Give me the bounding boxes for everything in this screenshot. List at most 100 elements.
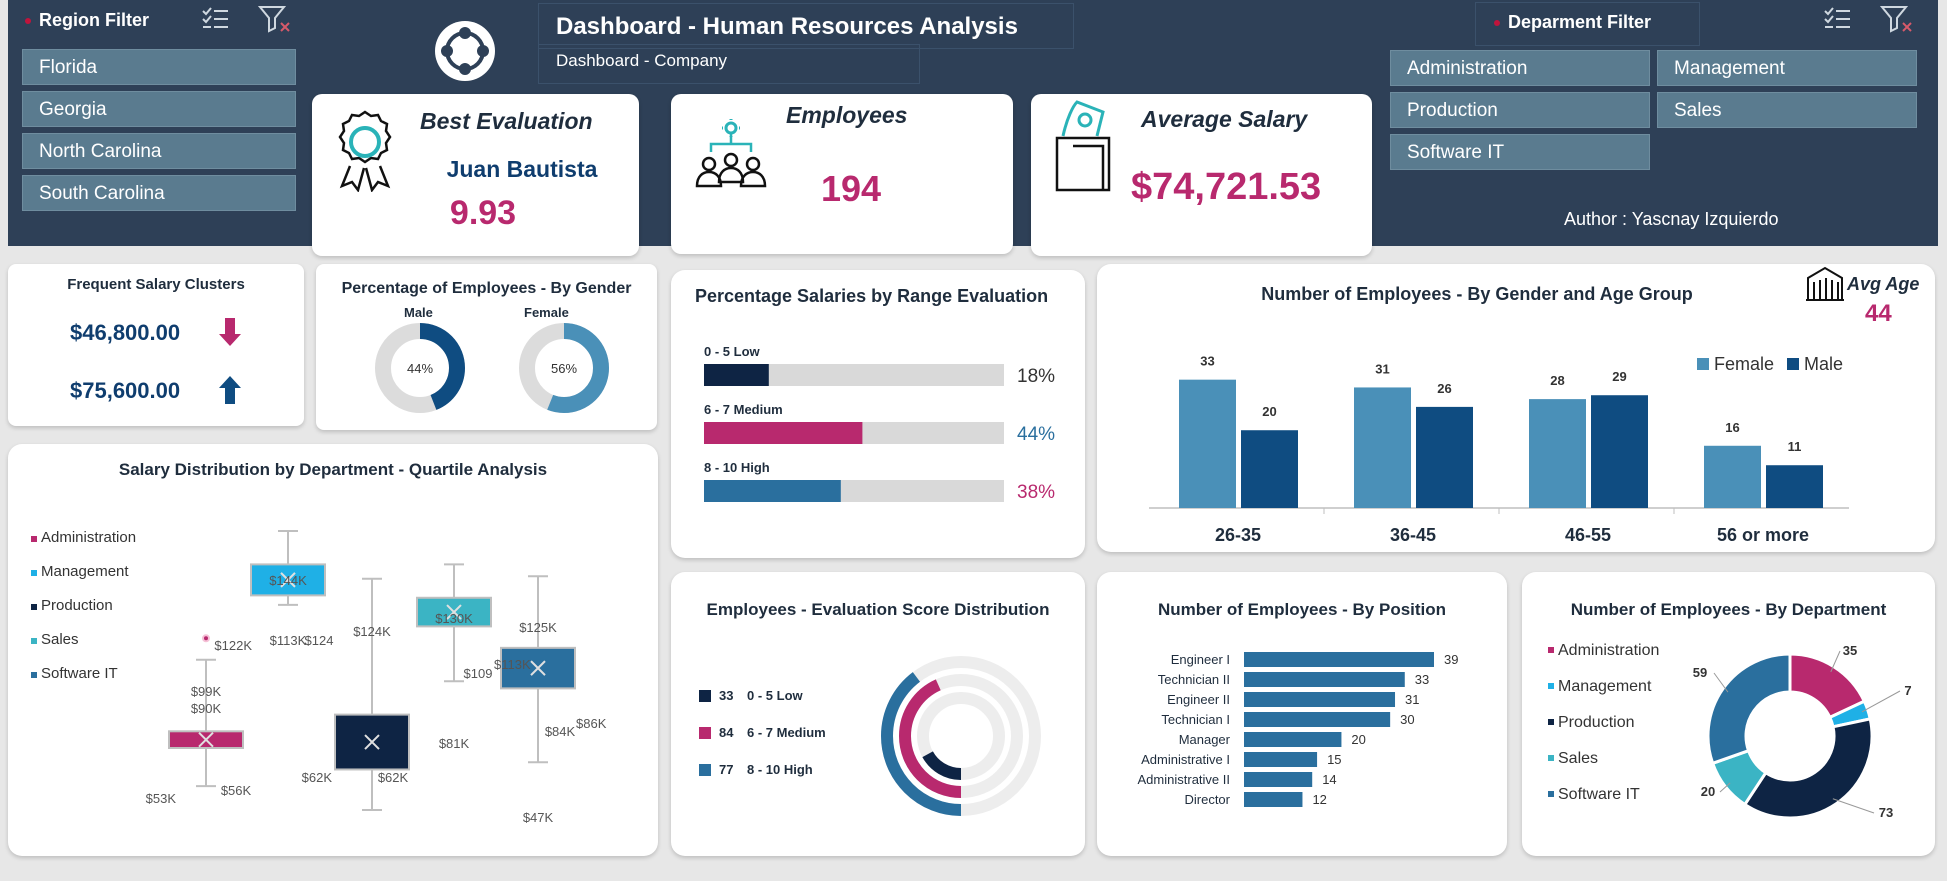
age-bar-value: 20	[1262, 404, 1276, 419]
age-category-label: 26-35	[1215, 525, 1261, 545]
range-evaluation-card: Percentage Salaries by Range Evaluation …	[671, 270, 1085, 558]
box-value-label: $109	[464, 666, 493, 681]
arrow-up-icon	[219, 376, 241, 404]
salary-cluster-low: $46,800.00	[70, 320, 181, 345]
age-bar-value: 26	[1437, 381, 1451, 396]
department-value: 73	[1879, 805, 1893, 820]
age-bar-value: 11	[1788, 439, 1802, 454]
age-bar-male	[1241, 430, 1298, 508]
legend-swatch	[31, 638, 37, 644]
box-value-label: $81K	[439, 736, 470, 751]
age-bar-value: 31	[1375, 361, 1389, 376]
average-salary-card: Average Salary $74,721.53	[1031, 94, 1372, 256]
box-management	[250, 530, 326, 606]
multi-select-icon[interactable]	[1822, 6, 1854, 34]
age-category-label: 56 or more	[1717, 525, 1809, 545]
position-label: Administrative II	[1138, 772, 1230, 787]
employees-count: 194	[820, 168, 882, 209]
department-option[interactable]: Sales	[1657, 92, 1917, 128]
position-label: Director	[1184, 792, 1230, 807]
position-value: 12	[1312, 792, 1326, 807]
clear-filter-icon[interactable]	[1880, 4, 1914, 34]
department-slice	[1742, 717, 1874, 820]
range-category-label: 6 - 7 Medium	[704, 402, 783, 417]
region-option[interactable]: North Carolina	[22, 133, 296, 169]
position-bar	[1244, 652, 1434, 667]
leader-line	[1861, 690, 1901, 713]
box-value-label: $124	[305, 633, 334, 648]
box-value-label: $113K	[270, 633, 307, 648]
department-value: 7	[1904, 683, 1911, 698]
outlier-point	[202, 634, 210, 643]
legend-swatch	[1697, 358, 1709, 370]
region-option[interactable]: Florida	[22, 49, 296, 85]
department-filter-title: Deparment Filter	[1494, 12, 1651, 33]
salary-envelope-icon	[1055, 100, 1111, 192]
legend-value: 33	[719, 688, 733, 703]
region-filter-title: Region Filter	[25, 10, 149, 31]
box-value-label: $47K	[523, 810, 554, 825]
position-chart: Engineer I 39 Technician II 33 Engineer II 31…	[1138, 652, 1458, 807]
age-bar-value: 29	[1612, 369, 1626, 384]
legend-label: Male	[1804, 354, 1843, 374]
box-value-label: $113K	[494, 657, 531, 672]
salary-cluster-high: $75,600.00	[70, 378, 181, 403]
region-option[interactable]: Georgia	[22, 91, 296, 127]
age-bar-value: 28	[1550, 373, 1564, 388]
dashboard-title: Dashboard - Human Resources Analysis	[556, 13, 1018, 40]
department-option[interactable]: Administration	[1390, 50, 1650, 86]
gender-percentage-title: Percentage of Employees - By Gender	[341, 280, 632, 297]
female-percent: 56%	[551, 361, 577, 376]
department-chart: Administration Management Production Sales S…	[1548, 642, 1912, 820]
position-label: Administrative I	[1141, 752, 1230, 767]
legend-swatch	[31, 570, 37, 576]
range-value-label: 38%	[1017, 482, 1055, 503]
department-card: Number of Employees - By Department Admi…	[1522, 572, 1935, 856]
department-option[interactable]: Software IT	[1390, 134, 1650, 170]
male-label: Male	[404, 305, 433, 320]
best-evaluation-name: Juan Bautista	[446, 156, 598, 182]
legend-swatch	[31, 536, 37, 542]
position-bar	[1244, 792, 1303, 807]
legend-swatch	[699, 764, 711, 776]
best-evaluation-score: 9.93	[449, 194, 517, 232]
region-option[interactable]: South Carolina	[22, 175, 296, 211]
department-option[interactable]: Production	[1390, 92, 1650, 128]
legend-label: Software IT	[1558, 786, 1640, 803]
legend-swatch	[1548, 719, 1554, 725]
department-value: 20	[1701, 784, 1715, 799]
clear-filter-icon[interactable]	[258, 4, 292, 34]
legend-label: Administration	[1558, 642, 1659, 659]
position-value: 14	[1322, 772, 1336, 787]
range-evaluation-chart: 0 - 5 Low 18% 6 - 7 Medium 44% 8 - 10 High 38…	[704, 344, 1055, 503]
multi-select-icon[interactable]	[200, 6, 232, 34]
arrow-down-icon	[219, 318, 241, 346]
box-value-label: $86K	[576, 716, 607, 731]
position-bar	[1244, 752, 1318, 767]
legend-swatch	[1548, 791, 1554, 797]
range-bar-group: 0 - 5 Low 18%	[704, 344, 1055, 387]
position-value: 20	[1351, 732, 1365, 747]
legend-label: Sales	[1558, 750, 1598, 767]
age-bar-female	[1179, 379, 1236, 508]
age-bar-female	[1529, 399, 1586, 508]
range-bar-fill	[704, 364, 769, 386]
legend-swatch	[699, 690, 711, 702]
best-evaluation-label: Best Evaluation	[420, 108, 593, 134]
age-bar-male	[1766, 465, 1823, 508]
department-option[interactable]: Management	[1657, 50, 1917, 86]
position-label: Technician I	[1161, 712, 1230, 727]
age-bar-value: 16	[1725, 420, 1739, 435]
legend-label: Sales	[41, 631, 79, 648]
legend-swatch	[31, 672, 37, 678]
box-value-label: $130K	[435, 611, 473, 626]
legend-swatch	[1548, 755, 1554, 761]
box-value-label: $62K	[302, 770, 333, 785]
box-value-label: $84K	[545, 724, 576, 739]
position-value: 30	[1400, 712, 1414, 727]
age-bar-male	[1591, 395, 1648, 508]
age-category-label: 46-55	[1565, 525, 1611, 545]
dashboard-subtitle: Dashboard - Company	[556, 51, 728, 70]
position-bar	[1244, 732, 1342, 747]
quartile-chart: Administration Management Production Sales S…	[31, 529, 607, 825]
